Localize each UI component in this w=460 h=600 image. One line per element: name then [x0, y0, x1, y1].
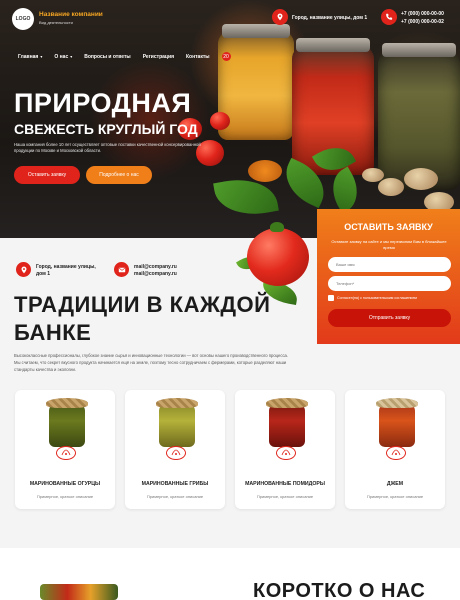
brand-emblem-icon — [56, 446, 76, 460]
name-input[interactable] — [328, 257, 451, 272]
product-card[interactable]: ДЖЕМ Примерное, краткое описание — [345, 390, 445, 509]
request-form: ОСТАВИТЬ ЗАЯВКУ Оставьте заявку на сайте… — [317, 209, 460, 344]
nav-item-registration[interactable]: Регистрация — [143, 54, 174, 60]
product-name: МАРИНОВАННЫЕ ГРИБЫ — [141, 481, 209, 487]
nav-label: О нас — [54, 53, 69, 60]
hero-section — [0, 0, 460, 238]
logo[interactable]: LOGO — [12, 8, 34, 30]
form-subtitle: Оставьте заявку на сайте и мы перезвоним… — [331, 239, 447, 250]
location-pin-icon — [16, 262, 31, 277]
hero-subtitle: СВЕЖЕСТЬ КРУГЛЫЙ ГОД — [14, 121, 198, 137]
jar-lid — [266, 398, 308, 408]
product-description: Примерное, краткое описание — [366, 494, 424, 499]
consent-label: Согласен(на) с пользовательским соглашен… — [337, 296, 417, 300]
product-name: ДЖЕМ — [386, 481, 404, 487]
tomato-image — [210, 112, 230, 130]
tomato-stem — [270, 222, 284, 232]
about-image — [40, 584, 118, 600]
phone-icon — [381, 9, 397, 25]
jar-lid — [376, 398, 418, 408]
nav-badge[interactable]: 20 — [221, 52, 231, 61]
phone-input[interactable] — [328, 276, 451, 291]
contact-address: Город, название улицы, — [36, 264, 96, 270]
nav-item-faq[interactable]: Вопросы и ответы — [84, 54, 130, 60]
product-jar-image — [269, 403, 305, 447]
phone-number[interactable]: +7 (000) 000-00-00 — [401, 11, 444, 17]
mushroom-image — [404, 168, 438, 190]
section-title: ТРАДИЦИИ В КАЖДОЙ — [14, 292, 271, 317]
nav-item-contacts[interactable]: Контакты — [186, 54, 210, 60]
mail-icon — [114, 262, 129, 277]
brand-emblem-icon — [276, 446, 296, 460]
product-jar-image — [379, 403, 415, 447]
phone-number[interactable]: +7 (000) 000-00-02 — [401, 19, 444, 25]
submit-request-button[interactable]: Отправить заявку — [328, 309, 451, 327]
nav-label: Главная — [18, 53, 39, 60]
hero-title: ПРИРОДНАЯ — [14, 88, 192, 118]
section-title: БАНКЕ — [14, 320, 92, 345]
nav-item-about[interactable]: О нас ▾ — [54, 54, 72, 60]
header-address: Город, название улицы, дом 1 — [292, 15, 368, 21]
brand-emblem-icon — [386, 446, 406, 460]
nav-item-home[interactable]: Главная ▾ — [18, 54, 42, 60]
contact-email[interactable]: mail@company.ru — [134, 264, 177, 270]
product-name: МАРИНОВАННЫЕ ПОМИДОРЫ — [245, 481, 325, 487]
brand-emblem-icon — [166, 446, 186, 460]
location-pin-icon — [272, 9, 288, 25]
mushroom-image — [378, 178, 404, 196]
tomato-image — [247, 228, 309, 286]
about-title: КОРОТКО О НАС — [253, 580, 426, 600]
jar-lid — [296, 38, 370, 52]
main-nav: Главная ▾ О нас ▾ Вопросы и ответы Регистр… — [18, 52, 231, 61]
jar-lid — [222, 24, 290, 38]
product-jar-image — [49, 403, 85, 447]
company-name: Название компании — [39, 11, 103, 18]
section-description: Высококлассные профессионалы, глубокое з… — [14, 353, 289, 372]
hero-description: Наша компания более 10 лет осуществляет … — [14, 142, 201, 153]
mushroom-image — [362, 168, 384, 182]
contact-email[interactable]: mail@company.ru — [134, 271, 177, 277]
spice-pile — [248, 160, 282, 182]
consent-row: Согласен(на) с пользовательским соглашен… — [328, 295, 417, 301]
form-title: ОСТАВИТЬ ЗАЯВКУ — [344, 222, 433, 232]
company-activity: Вид деятельности — [39, 20, 73, 25]
consent-checkbox[interactable] — [328, 295, 334, 301]
jar-lid — [46, 398, 88, 408]
jar-lid — [156, 398, 198, 408]
chevron-down-icon: ▾ — [40, 53, 43, 59]
product-card[interactable]: МАРИНОВАННЫЕ ГРИБЫ Примерное, краткое оп… — [125, 390, 225, 509]
product-card[interactable]: МАРИНОВАННЫЕ ОГУРЦЫ Примерное, краткое о… — [15, 390, 115, 509]
product-name: МАРИНОВАННЫЕ ОГУРЦЫ — [29, 481, 101, 487]
leave-request-button[interactable]: Оставить заявку — [14, 166, 80, 184]
more-about-us-button[interactable]: Подробнее о нас — [86, 166, 152, 184]
product-description: Примерное, краткое описание — [146, 494, 204, 499]
product-jar-image — [159, 403, 195, 447]
jar-lid — [382, 43, 456, 57]
product-description: Примерное, краткое описание — [36, 494, 94, 499]
product-description: Примерное, краткое описание — [256, 494, 314, 499]
chevron-down-icon: ▾ — [70, 53, 73, 59]
product-card[interactable]: МАРИНОВАННЫЕ ПОМИДОРЫ Примерное, краткое… — [235, 390, 335, 509]
contact-address: дом 1 — [36, 271, 51, 277]
